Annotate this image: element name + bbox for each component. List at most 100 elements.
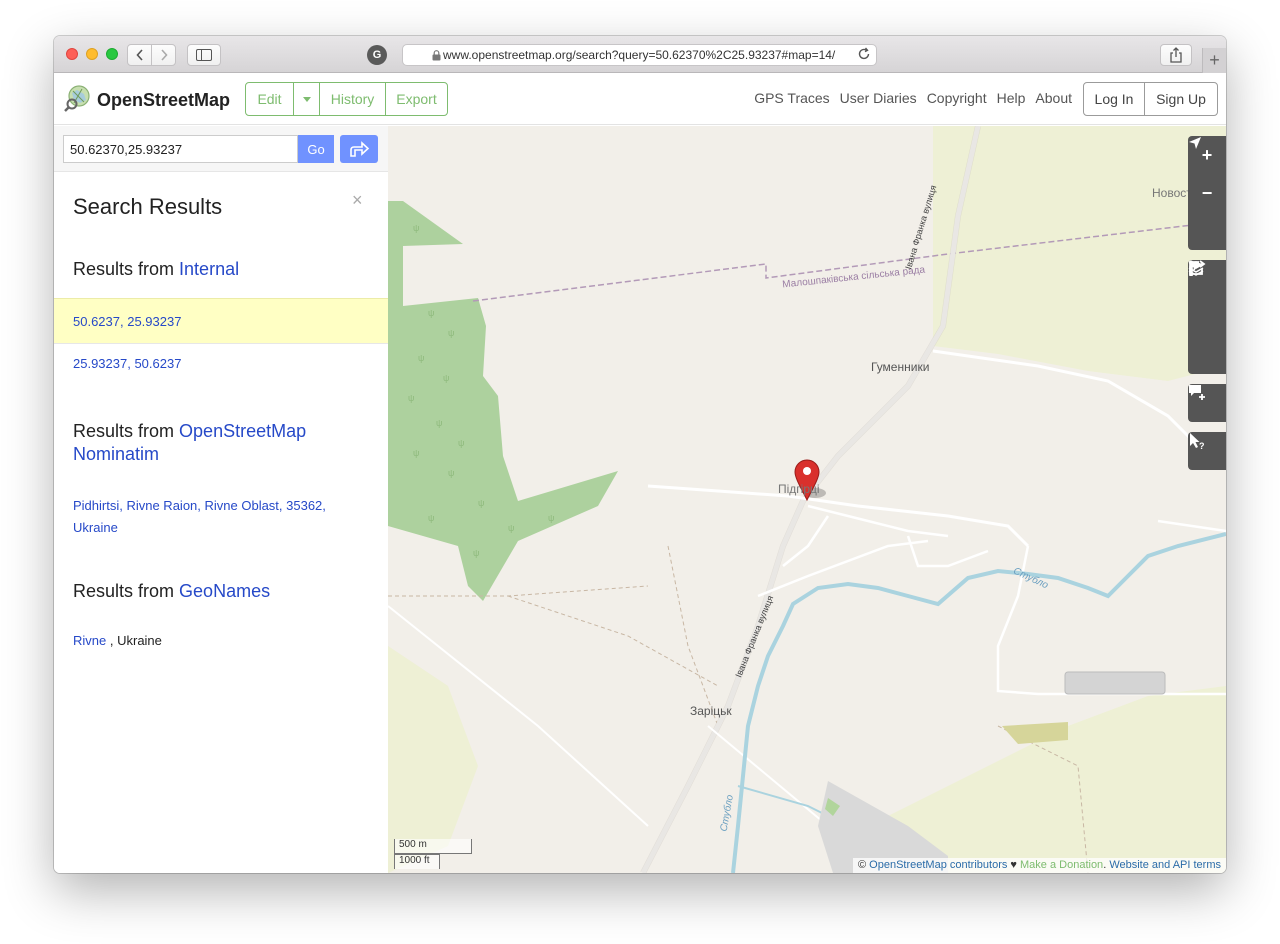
note-control xyxy=(1188,384,1226,422)
directions-icon xyxy=(350,141,370,157)
url-text: www.openstreetmap.org/search?query=50.62… xyxy=(443,48,836,62)
meadow-area xyxy=(1002,722,1068,744)
nav-gps-traces[interactable]: GPS Traces xyxy=(754,90,829,106)
results-nominatim-heading: Results from OpenStreetMap Nominatim xyxy=(73,420,373,466)
svg-text:ψ: ψ xyxy=(458,438,464,448)
heading-prefix: Results from xyxy=(73,421,175,441)
heading-prefix: Results from xyxy=(73,581,175,601)
close-sidebar-button[interactable]: × xyxy=(352,190,363,211)
svg-text:ψ: ψ xyxy=(408,393,414,403)
map-view[interactable]: ψψψψψψψψψψψψψψψ Малошпаківська сільська … xyxy=(388,126,1226,873)
copyright-symbol: © xyxy=(858,859,867,871)
result-link[interactable]: 50.6237, 25.93237 xyxy=(73,314,181,329)
svg-text:ψ: ψ xyxy=(443,373,449,383)
sidebar-icon xyxy=(196,49,212,61)
internal-source-link[interactable]: Internal xyxy=(179,259,239,279)
add-note-button[interactable] xyxy=(1188,384,1226,422)
result-item: Rivne , Ukraine xyxy=(54,633,388,648)
nav-user-diaries[interactable]: User Diaries xyxy=(840,90,917,106)
browser-window: G www.openstreetmap.org/search?query=50.… xyxy=(54,36,1226,873)
edit-dropdown-button[interactable] xyxy=(293,83,319,115)
share-icon xyxy=(1170,47,1182,63)
result-item[interactable]: Pidhirtsi, Rivne Raion, Rivne Oblast, 35… xyxy=(54,495,344,539)
locate-button[interactable] xyxy=(1188,137,1226,250)
search-go-button[interactable]: Go xyxy=(298,135,334,163)
svg-text:ψ: ψ xyxy=(428,513,434,523)
add-note-icon xyxy=(1189,385,1205,400)
donate-link[interactable]: Make a Donation xyxy=(1020,859,1103,871)
new-tab-button[interactable]: + xyxy=(1202,48,1226,73)
result-link[interactable]: Pidhirtsi, Rivne Raion, Rivne Oblast, 35… xyxy=(73,498,326,535)
farmland-area xyxy=(933,126,1226,381)
reload-icon[interactable] xyxy=(857,47,871,61)
svg-text:ψ: ψ xyxy=(473,548,479,558)
share-button[interactable] xyxy=(1160,44,1192,66)
sidebar-toggle-button[interactable] xyxy=(187,44,221,66)
zoom-out-button[interactable]: − xyxy=(1188,174,1226,212)
scale-bar: 500 m 1000 ft xyxy=(394,839,472,869)
nav-about[interactable]: About xyxy=(1035,90,1072,106)
result-item-highlighted[interactable]: 50.6237, 25.93237 xyxy=(54,298,388,344)
result-suffix: , Ukraine xyxy=(109,633,162,648)
contributors-link[interactable]: OpenStreetMap contributors xyxy=(869,859,1007,871)
search-sidebar: 50.62370,25.93237 Go Search Results × Re… xyxy=(54,126,388,873)
chevron-left-icon xyxy=(135,49,143,61)
directions-button[interactable] xyxy=(340,135,378,163)
address-bar[interactable]: www.openstreetmap.org/search?query=50.62… xyxy=(402,44,877,66)
edit-button-group: Edit History Export xyxy=(245,82,448,116)
extension-icon[interactable]: G xyxy=(367,45,387,65)
road xyxy=(647,484,1030,548)
search-input[interactable]: 50.62370,25.93237 xyxy=(63,135,298,163)
query-control: ? xyxy=(1188,432,1226,470)
query-cursor-icon: ? xyxy=(1190,433,1205,450)
minimize-window-button[interactable] xyxy=(86,48,98,60)
edit-button[interactable]: Edit xyxy=(246,83,293,115)
nav-help[interactable]: Help xyxy=(997,90,1026,106)
road xyxy=(1157,519,1226,533)
close-window-button[interactable] xyxy=(66,48,78,60)
result-link[interactable]: 25.93237, 50.6237 xyxy=(73,356,181,371)
lock-icon xyxy=(432,50,441,61)
map-tool-controls xyxy=(1188,260,1226,374)
map-attribution: © OpenStreetMap contributors ♥ Make a Do… xyxy=(853,858,1226,873)
result-item[interactable]: 25.93237, 50.6237 xyxy=(54,356,388,371)
results-internal-heading: Results from Internal xyxy=(73,258,239,281)
osm-logo-icon[interactable] xyxy=(64,84,92,112)
svg-text:?: ? xyxy=(1199,441,1205,450)
query-features-button[interactable]: ? xyxy=(1188,432,1226,470)
browser-toolbar: G www.openstreetmap.org/search?query=50.… xyxy=(54,36,1226,73)
secondary-nav: GPS Traces User Diaries Copyright Help A… xyxy=(744,90,1072,106)
scale-metric: 500 m xyxy=(394,839,472,854)
svg-text:ψ: ψ xyxy=(413,223,419,233)
search-results-title: Search Results xyxy=(73,194,223,219)
signup-button[interactable]: Sign Up xyxy=(1145,83,1217,115)
map-canvas: ψ ψ ψ ψ ψ ψ ψ ψ ψ ψ ψ ψ ψ ψ ψ xyxy=(388,126,1226,873)
share-map-button[interactable] xyxy=(1188,260,1226,374)
geonames-source-link[interactable]: GeoNames xyxy=(179,581,270,601)
forward-button[interactable] xyxy=(151,44,176,66)
nav-copyright[interactable]: Copyright xyxy=(927,90,987,106)
navigation-controls: + − xyxy=(1188,136,1226,250)
site-brand[interactable]: OpenStreetMap xyxy=(97,90,230,111)
results-geonames-heading: Results from GeoNames xyxy=(73,580,270,603)
svg-text:ψ: ψ xyxy=(448,468,454,478)
export-button[interactable]: Export xyxy=(385,83,447,115)
history-button[interactable]: History xyxy=(319,83,385,115)
back-button[interactable] xyxy=(127,44,152,66)
svg-text:ψ: ψ xyxy=(548,513,554,523)
terms-link[interactable]: Website and API terms xyxy=(1109,859,1221,871)
svg-text:ψ: ψ xyxy=(478,498,484,508)
svg-text:ψ: ψ xyxy=(413,448,419,458)
svg-text:ψ: ψ xyxy=(436,418,442,428)
forest-area xyxy=(388,201,618,601)
heart-symbol: ♥ xyxy=(1007,859,1021,871)
zoom-window-button[interactable] xyxy=(106,48,118,60)
login-button[interactable]: Log In xyxy=(1084,83,1145,115)
result-link[interactable]: Rivne xyxy=(73,633,106,648)
village-label-pidhirtsi: Підгірці xyxy=(778,482,820,496)
svg-text:ψ: ψ xyxy=(428,308,434,318)
scale-imperial: 1000 ft xyxy=(394,854,440,869)
auth-buttons: Log In Sign Up xyxy=(1083,82,1218,116)
map-key-button[interactable] xyxy=(1188,260,1226,336)
heading-prefix: Results from xyxy=(73,259,175,279)
